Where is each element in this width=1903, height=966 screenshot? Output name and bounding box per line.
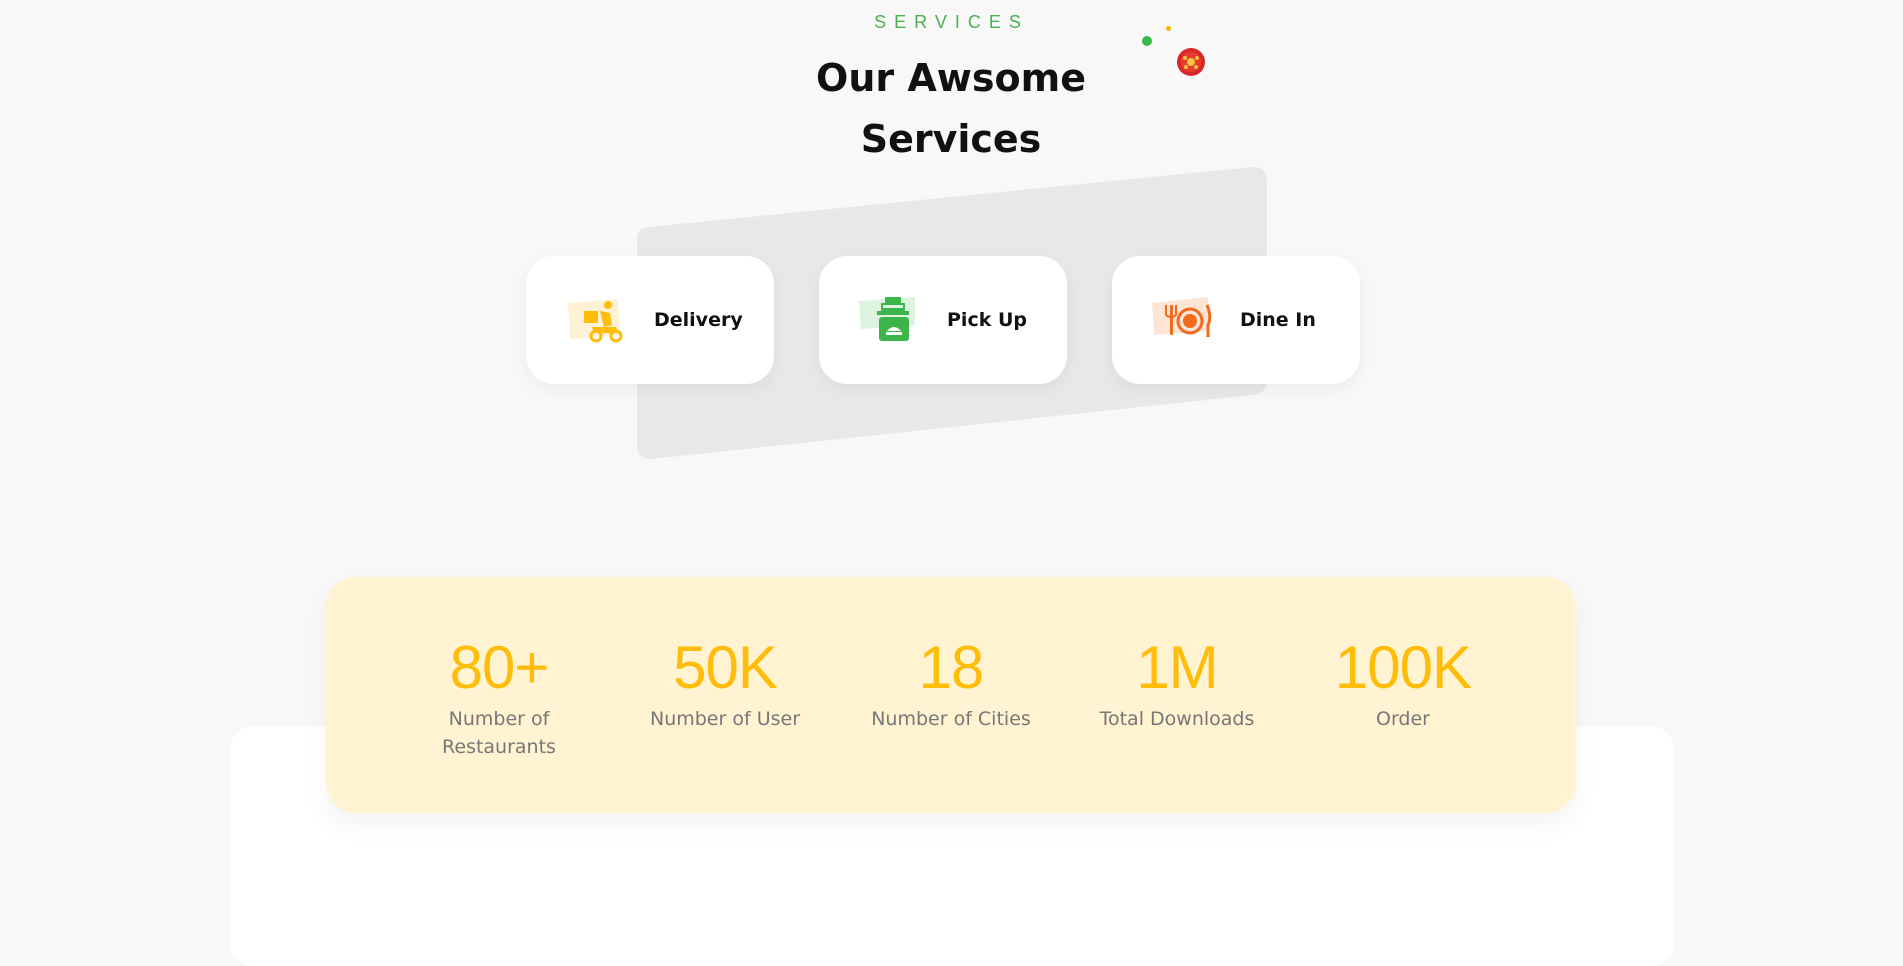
service-label-delivery: Delivery — [654, 309, 743, 331]
stat-cities: 18 Number of Cities — [871, 635, 1031, 733]
stat-restaurants: 80+ Number of Restaurants — [419, 635, 579, 761]
pickup-bag-icon — [857, 295, 919, 345]
service-card-delivery[interactable]: Delivery — [526, 256, 774, 384]
decor-dot-yellow — [1166, 26, 1171, 31]
stat-label: Total Downloads — [1099, 708, 1255, 730]
stat-orders: 100K Order — [1323, 635, 1483, 733]
plate-cutlery-icon — [1150, 295, 1212, 345]
section-tag: SERVICES — [874, 12, 1029, 32]
stat-downloads: 1M Total Downloads — [1097, 635, 1257, 733]
service-card-dine-in[interactable]: Dine In — [1112, 256, 1360, 384]
tomato-icon — [1177, 48, 1205, 76]
service-label-pick-up: Pick Up — [947, 309, 1027, 331]
services-list: Delivery Pick Up Dine In — [526, 256, 1360, 384]
decor-dot-green — [1142, 36, 1152, 46]
delivery-scooter-icon — [564, 295, 626, 345]
stat-value: 100K — [1334, 634, 1472, 701]
stat-label: Number of User — [649, 708, 801, 730]
service-label-dine-in: Dine In — [1240, 309, 1316, 331]
service-card-pick-up[interactable]: Pick Up — [819, 256, 1067, 384]
stat-value: 80+ — [449, 634, 550, 701]
section-title: Our Awsome Services — [816, 56, 1086, 161]
stat-value: 1M — [1136, 634, 1218, 701]
stat-value: 50K — [673, 634, 778, 701]
stat-label: Number of Cities — [871, 708, 1031, 730]
stat-users: 50K Number of User — [645, 635, 805, 733]
stats-panel: 80+ Number of Restaurants 50K Number of … — [326, 577, 1576, 813]
stat-value: 18 — [918, 634, 985, 701]
stat-label: Order — [1376, 708, 1430, 730]
stat-label: Number of Restaurants — [442, 708, 556, 758]
